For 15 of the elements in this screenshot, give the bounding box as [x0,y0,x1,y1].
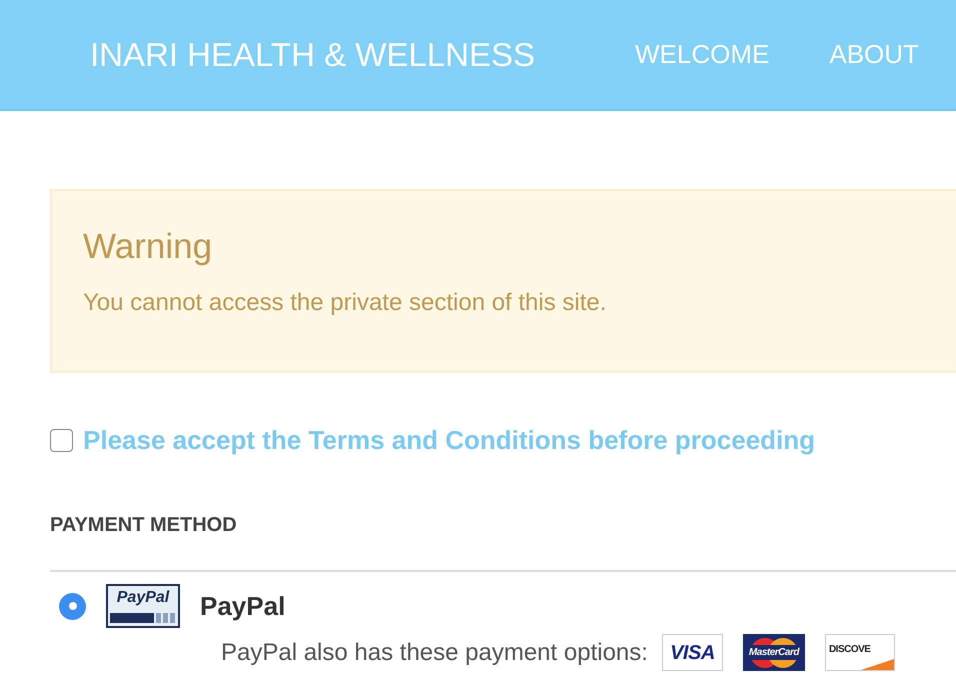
terms-checkbox[interactable] [50,429,73,452]
nav-link[interactable]: WELCOME [635,35,770,74]
payment-radio[interactable] [59,592,86,620]
visa-card-logo: VISA [662,634,723,671]
section-heading: PAYMENT METHOD [50,513,237,538]
paypal-logo: PayPal [106,584,180,628]
alert-message: You cannot access the private section of this site. [83,288,606,318]
discover-card-logo: DISCOVE [824,634,895,671]
alert-title: Warning [83,227,212,267]
nav-link[interactable]: ABOUT [829,35,919,74]
terms-label[interactable]: Please accept the Terms and Conditions before proceeding [83,421,816,460]
mastercard-card-logo: MasterCard [742,634,805,671]
method-name: PayPal [200,590,286,622]
payment-options-text: PayPal also has these payment options: [221,638,648,668]
site-title[interactable]: INARI HEALTH & WELLNESS [90,30,536,80]
